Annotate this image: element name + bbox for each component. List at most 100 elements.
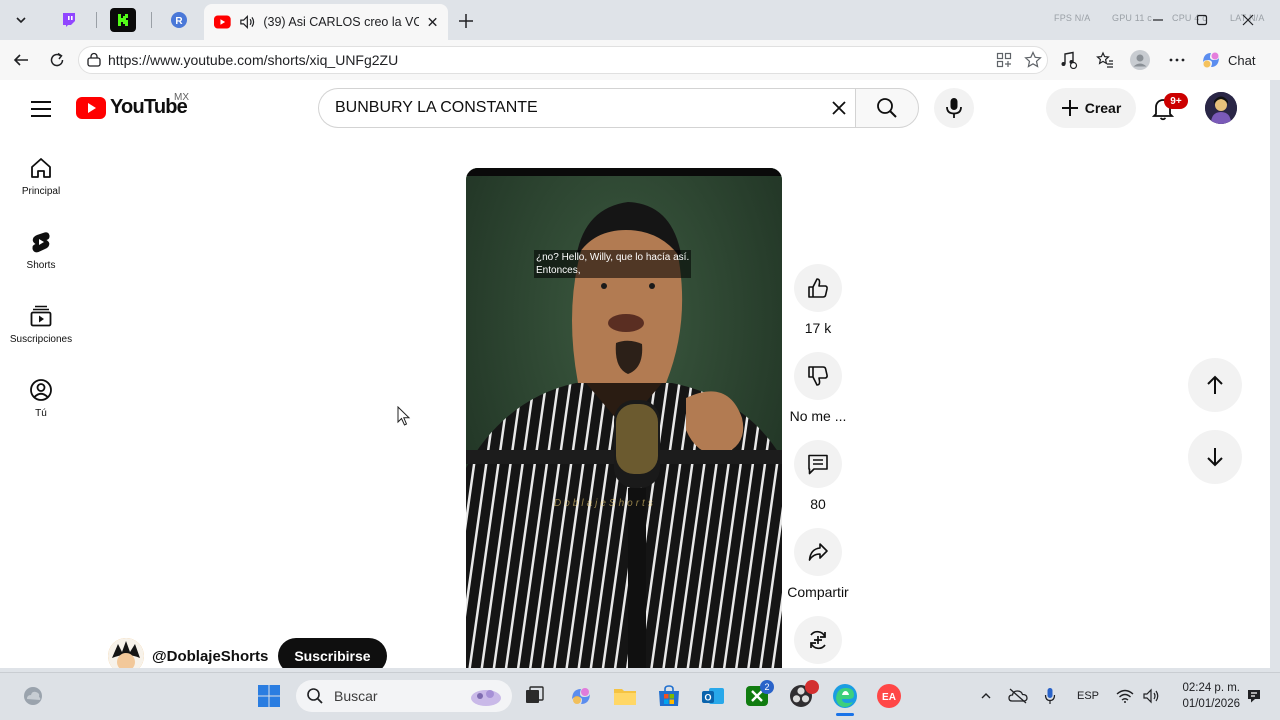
create-button[interactable]: Crear	[1046, 88, 1136, 128]
copilot-app-icon[interactable]	[568, 683, 594, 709]
notification-center-icon[interactable]	[1244, 683, 1264, 709]
youtube-play-logo-icon	[76, 96, 106, 119]
remix-action[interactable]	[786, 616, 850, 664]
comments-action[interactable]: 80	[786, 440, 850, 512]
youtube-favicon-icon	[214, 15, 231, 29]
tab-actions-chevron-icon[interactable]	[8, 8, 34, 32]
tab-title: (39) Asi CARLOS creo la VOZ de	[263, 15, 419, 29]
comments-button[interactable]	[794, 440, 842, 488]
like-button[interactable]	[794, 264, 842, 312]
next-short-button[interactable]	[1188, 430, 1242, 484]
shorts-video-player[interactable]: ¿no? Hello, Willy, que lo hacía así. Ent…	[466, 168, 782, 668]
file-explorer-icon[interactable]	[612, 683, 638, 709]
like-action[interactable]: 17 k	[786, 264, 850, 336]
xbox-badge: 2	[760, 680, 774, 694]
edge-browser-icon[interactable]	[832, 683, 858, 709]
search-button[interactable]	[855, 88, 919, 128]
clock-time: 02:24 p. m.	[1182, 682, 1240, 694]
youtube-logo[interactable]: YouTube MX	[76, 92, 189, 119]
voice-search-button[interactable]	[934, 88, 974, 128]
volume-icon[interactable]	[1140, 683, 1162, 709]
search-query[interactable]: BUNBURY LA CONSTANTE	[335, 99, 538, 117]
svg-text:O: O	[704, 693, 711, 703]
active-tab[interactable]: (39) Asi CARLOS creo la VOZ de	[204, 4, 448, 40]
sidebar-label: Shorts	[26, 260, 56, 271]
sidebar-label: Suscripciones	[9, 334, 73, 345]
url-text[interactable]: https://www.youtube.com/shorts/xiq_UNFg2…	[108, 52, 398, 68]
search-icon	[307, 688, 323, 704]
dislike-button[interactable]	[794, 352, 842, 400]
close-window-icon[interactable]	[1236, 8, 1260, 32]
clear-search-icon[interactable]	[826, 95, 852, 121]
channel-avatar[interactable]	[108, 638, 144, 668]
task-view-icon[interactable]	[522, 683, 548, 709]
remix-button[interactable]	[794, 616, 842, 664]
sidebar-item-tu[interactable]: Tú	[0, 378, 82, 442]
reload-icon[interactable]	[44, 48, 70, 72]
ea-app-icon[interactable]: EA	[876, 683, 902, 709]
more-options-icon[interactable]	[1168, 51, 1186, 69]
share-button[interactable]	[794, 528, 842, 576]
system-clock[interactable]: 02:24 p. m. 01/01/2026	[1168, 680, 1240, 712]
copilot-chat-button[interactable]: Chat	[1200, 47, 1264, 73]
wifi-icon[interactable]	[1114, 683, 1136, 709]
like-count: 17 k	[804, 320, 832, 336]
close-tab-icon[interactable]	[427, 16, 438, 28]
input-language[interactable]: ESP	[1072, 683, 1104, 709]
home-icon	[31, 158, 51, 178]
subscriptions-icon	[30, 305, 52, 327]
dislike-action[interactable]: No me ...	[786, 352, 850, 424]
thumbs-up-icon	[808, 278, 828, 298]
tab-strip: R (39) Asi CARLOS creo la VOZ de FPS N/A…	[0, 0, 1280, 40]
sidebar-label: Principal	[21, 186, 61, 197]
minimize-icon[interactable]	[1146, 8, 1170, 32]
shorts-icon	[32, 232, 50, 253]
clock-date: 01/01/2026	[1182, 698, 1240, 710]
create-label: Crear	[1084, 100, 1122, 116]
site-info-icon[interactable]	[86, 52, 102, 68]
notification-count-badge: 9+	[1164, 93, 1188, 109]
account-avatar[interactable]	[1205, 92, 1237, 124]
media-control-icon[interactable]	[1060, 51, 1078, 69]
show-hidden-icons-chevron-icon[interactable]	[976, 683, 996, 709]
r-site-tab-icon[interactable]: R	[166, 8, 192, 32]
favorite-star-icon[interactable]	[1024, 51, 1042, 69]
profile-avatar-icon[interactable]	[1130, 50, 1150, 70]
app-available-icon[interactable]	[996, 52, 1012, 68]
svg-text:R: R	[175, 16, 183, 27]
perf-fps: FPS N/A	[1054, 13, 1091, 23]
share-label: Compartir	[787, 584, 849, 600]
subscribe-button[interactable]: Suscribirse	[278, 638, 387, 668]
sidebar-item-suscripciones[interactable]: Suscripciones	[0, 304, 82, 368]
speaker-icon[interactable]	[239, 14, 256, 30]
twitch-tab-icon[interactable]	[56, 8, 82, 32]
microsoft-store-icon[interactable]	[656, 683, 682, 709]
favorites-list-icon[interactable]	[1096, 51, 1114, 69]
channel-handle[interactable]: @DoblajeShorts	[152, 648, 268, 665]
previous-short-button[interactable]	[1188, 358, 1242, 412]
share-arrow-icon	[808, 543, 828, 561]
kick-tab-icon[interactable]	[110, 8, 136, 32]
microphone-tray-icon[interactable]	[1040, 683, 1060, 709]
restore-icon[interactable]	[1190, 8, 1214, 32]
video-caption: ¿no? Hello, Willy, que lo hacía así. Ent…	[534, 250, 692, 278]
chat-label: Chat	[1228, 52, 1256, 68]
arrow-up-icon	[1207, 375, 1223, 394]
copilot-icon	[1203, 52, 1219, 68]
start-windows-icon[interactable]	[256, 683, 282, 709]
video-frame-image	[466, 168, 782, 668]
comment-count: 80	[810, 496, 826, 512]
menu-icon[interactable]	[26, 96, 56, 122]
region-code: MX	[174, 92, 189, 103]
user-circle-icon	[30, 379, 52, 401]
taskbar-search-box[interactable]: Buscar	[296, 680, 512, 712]
widgets-weather-icon[interactable]	[20, 683, 46, 709]
outlook-icon[interactable]: O	[700, 683, 726, 709]
sidebar-item-shorts[interactable]: Shorts	[0, 230, 82, 294]
sidebar-item-principal[interactable]: Principal	[0, 156, 82, 220]
new-tab-plus-icon[interactable]	[454, 9, 478, 33]
onedrive-offline-icon[interactable]	[1006, 683, 1030, 709]
share-action[interactable]: Compartir	[786, 528, 850, 600]
back-arrow-icon[interactable]	[8, 48, 34, 72]
channel-info: @DoblajeShorts Suscribirse	[108, 638, 387, 668]
